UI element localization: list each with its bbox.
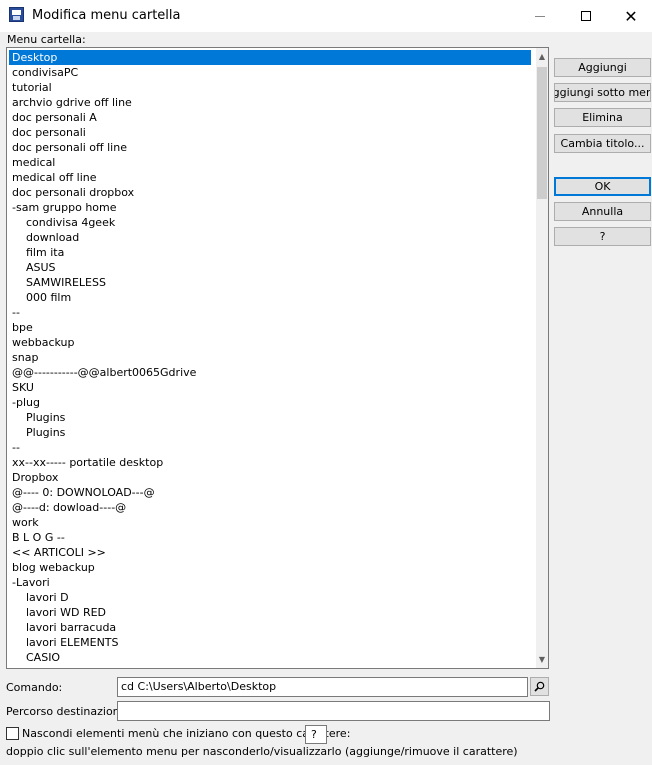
maximize-icon bbox=[581, 11, 591, 21]
add-submenu-button[interactable]: Aggiungi sotto menu bbox=[554, 83, 651, 102]
list-item[interactable]: Desktop bbox=[9, 50, 531, 65]
list-item[interactable]: doc personali A bbox=[9, 110, 531, 125]
destination-field[interactable] bbox=[117, 701, 550, 721]
list-item[interactable]: -sam gruppo home bbox=[9, 200, 531, 215]
list-item[interactable]: download bbox=[9, 230, 531, 245]
help-button[interactable]: ? bbox=[554, 227, 651, 246]
window-title: Modifica menu cartella bbox=[32, 8, 181, 23]
list-item[interactable]: snap bbox=[9, 350, 531, 365]
menu-list-label: Menu cartella: bbox=[7, 33, 86, 46]
browse-button[interactable] bbox=[530, 677, 549, 696]
minimize-icon bbox=[535, 15, 545, 17]
list-item[interactable]: archvio gdrive off line bbox=[9, 95, 531, 110]
list-item[interactable]: B L O G -- bbox=[9, 530, 531, 545]
list-item[interactable]: bpe bbox=[9, 320, 531, 335]
hide-items-label: Nascondi elementi menù che iniziano con … bbox=[22, 727, 351, 740]
command-label: Comando: bbox=[6, 681, 63, 694]
list-item[interactable]: webbackup bbox=[9, 335, 531, 350]
title-bar: Modifica menu cartella ✕ bbox=[0, 0, 652, 32]
list-item[interactable]: lavori barracuda bbox=[9, 620, 531, 635]
list-item[interactable]: tutorial bbox=[9, 80, 531, 95]
delete-button[interactable]: Elimina bbox=[554, 108, 651, 127]
list-item[interactable]: -Lavori bbox=[9, 575, 531, 590]
list-item[interactable]: -- bbox=[9, 440, 531, 455]
list-item[interactable]: -- bbox=[9, 305, 531, 320]
list-item[interactable]: 000 film bbox=[9, 290, 531, 305]
list-item[interactable]: lavori WD RED bbox=[9, 605, 531, 620]
list-item[interactable]: ASUS bbox=[9, 260, 531, 275]
list-item[interactable]: condivisa 4geek bbox=[9, 215, 531, 230]
list-item[interactable]: @----d: dowload----@ bbox=[9, 500, 531, 515]
command-field[interactable]: cd C:\Users\Alberto\Desktop bbox=[117, 677, 528, 697]
close-icon: ✕ bbox=[624, 6, 638, 26]
list-item[interactable]: doc personali bbox=[9, 125, 531, 140]
list-item[interactable]: @---- 0: DOWNOLOAD---@ bbox=[9, 485, 531, 500]
close-button[interactable]: ✕ bbox=[608, 0, 652, 32]
list-item[interactable]: film ita bbox=[9, 245, 531, 260]
list-item[interactable]: Dropbox bbox=[9, 470, 531, 485]
save-disk-icon bbox=[9, 7, 24, 22]
list-item[interactable]: work bbox=[9, 515, 531, 530]
scroll-thumb[interactable] bbox=[537, 67, 547, 199]
list-item[interactable]: condivisaPC bbox=[9, 65, 531, 80]
list-item[interactable]: Plugins bbox=[9, 425, 531, 440]
add-button[interactable]: Aggiungi bbox=[554, 58, 651, 77]
menu-listbox[interactable]: Desktop condivisaPC tutorial archvio gdrive… bbox=[6, 47, 549, 669]
hint-text: doppio clic sull'elemento menu per nasco… bbox=[6, 745, 518, 758]
maximize-button[interactable] bbox=[563, 0, 609, 32]
hide-char-field[interactable]: ? bbox=[305, 725, 327, 744]
list-item[interactable]: SKU bbox=[9, 380, 531, 395]
list-item[interactable]: medical bbox=[9, 155, 531, 170]
list-item[interactable]: xx--xx----- portatile desktop bbox=[9, 455, 531, 470]
destination-label: Percorso destinazione: bbox=[6, 705, 131, 718]
hide-items-checkbox[interactable] bbox=[6, 727, 19, 740]
menu-items: Desktop condivisaPC tutorial archvio gdrive… bbox=[9, 50, 531, 668]
vertical-scrollbar[interactable]: ▲ ▼ bbox=[536, 48, 548, 668]
ok-button[interactable]: OK bbox=[554, 177, 651, 196]
list-item[interactable]: << ARTICOLI >> bbox=[9, 545, 531, 560]
cancel-button[interactable]: Annulla bbox=[554, 202, 651, 221]
list-item[interactable]: lavori D bbox=[9, 590, 531, 605]
list-item[interactable]: medical off line bbox=[9, 170, 531, 185]
list-item[interactable]: doc personali dropbox bbox=[9, 185, 531, 200]
rename-button[interactable]: Cambia titolo... bbox=[554, 134, 651, 153]
list-item[interactable]: CASIO bbox=[9, 650, 531, 665]
list-item[interactable]: -plug bbox=[9, 395, 531, 410]
search-icon bbox=[534, 681, 545, 692]
list-item[interactable]: blog webackup bbox=[9, 560, 531, 575]
list-item[interactable]: ... bbox=[9, 665, 531, 668]
list-item[interactable]: lavori ELEMENTS bbox=[9, 635, 531, 650]
list-item[interactable]: SAMWIRELESS bbox=[9, 275, 531, 290]
scroll-down-icon[interactable]: ▼ bbox=[536, 651, 548, 668]
list-item[interactable]: doc personali off line bbox=[9, 140, 531, 155]
minimize-button[interactable] bbox=[517, 0, 563, 32]
list-item[interactable]: @@-----------@@albert0065Gdrive bbox=[9, 365, 531, 380]
scroll-up-icon[interactable]: ▲ bbox=[536, 48, 548, 65]
list-item[interactable]: Plugins bbox=[9, 410, 531, 425]
